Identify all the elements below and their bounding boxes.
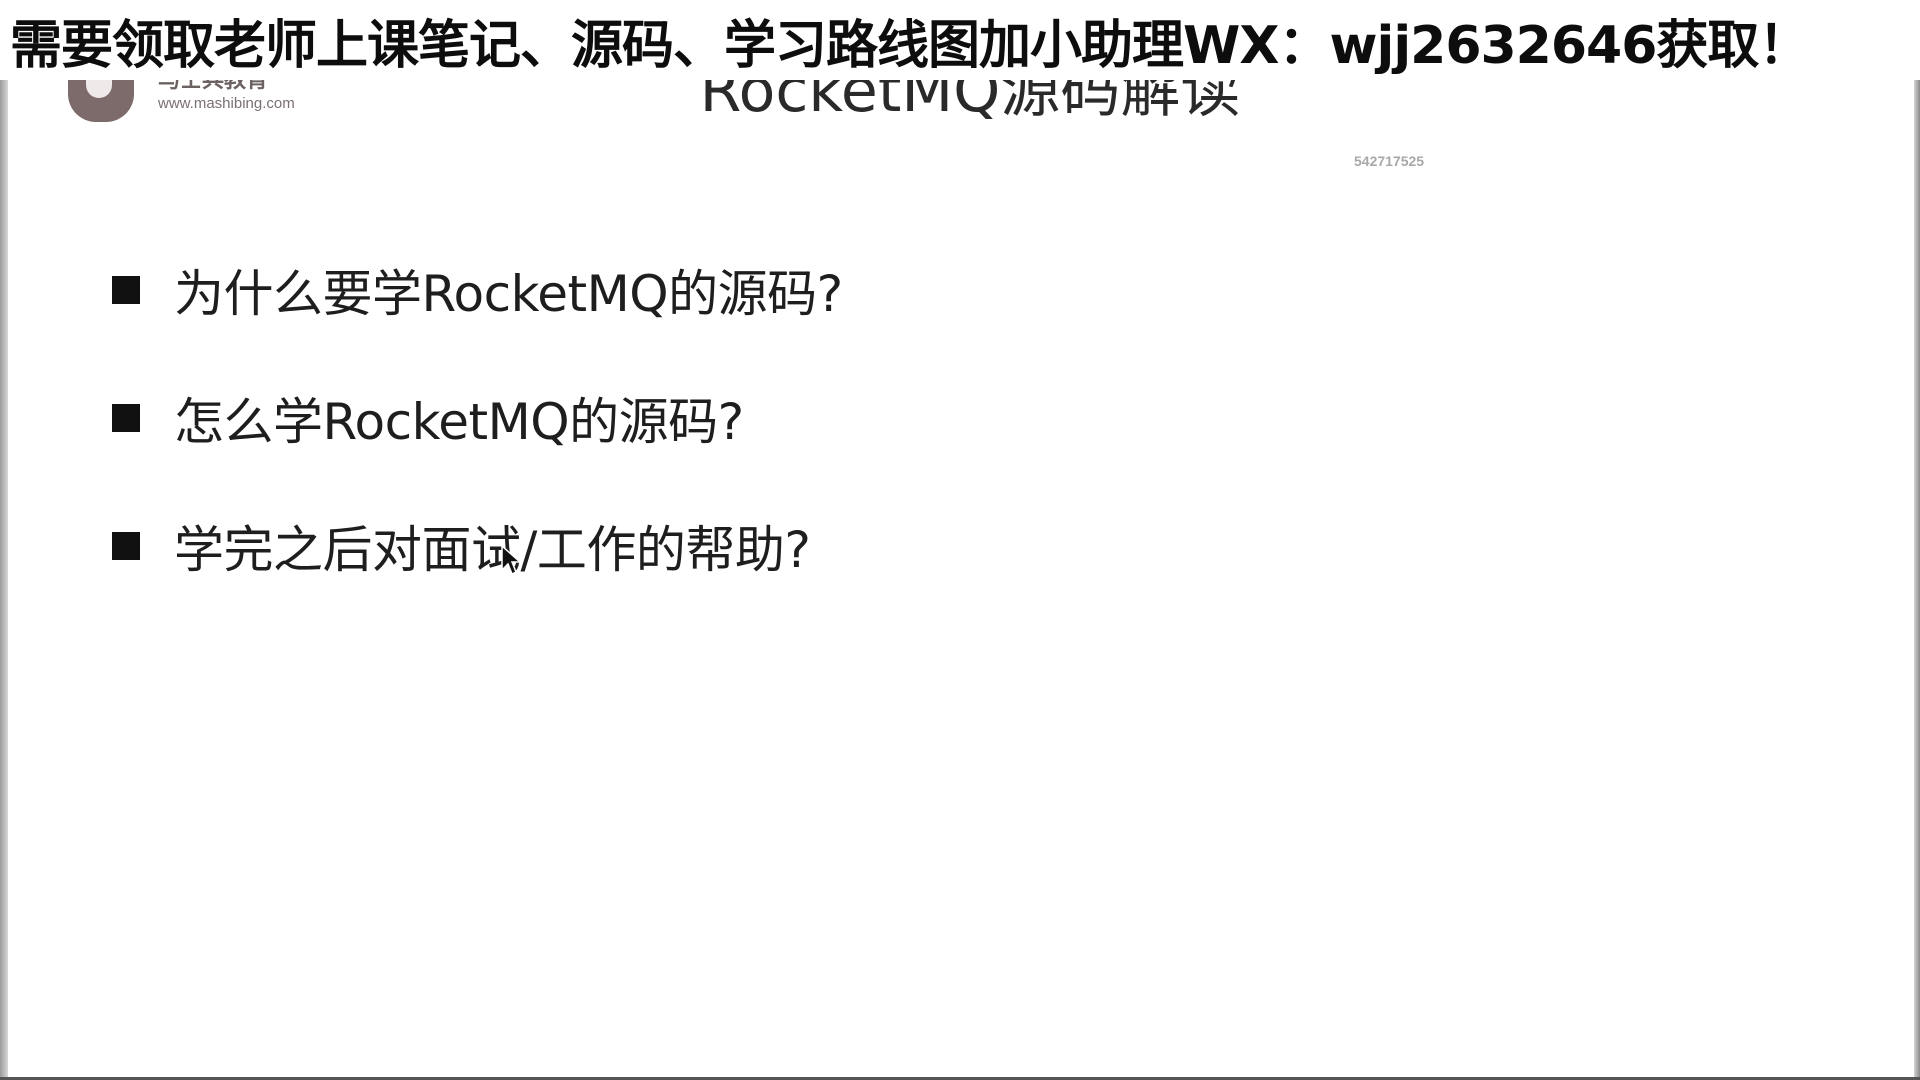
square-bullet-icon [112,404,140,432]
bullet-text: 怎么学RocketMQ的源码? [174,393,744,451]
window-left-edge [0,78,8,1080]
bullet-item: 怎么学RocketMQ的源码? [112,378,843,458]
mouse-pointer-icon [501,544,522,576]
watermark-id: 542717525 [1354,153,1425,169]
promo-banner: 需要领取老师上课笔记、源码、学习路线图加小助理WX：wjj2632646获取！ [0,0,1920,80]
bullet-list: 为什么要学RocketMQ的源码? 怎么学RocketMQ的源码? 学完之后对面… [112,250,843,634]
logo-url: www.mashibing.com [158,94,295,112]
bullet-item: 为什么要学RocketMQ的源码? [112,250,843,330]
screen: RocketMQ源码解读 马士兵教育 www.mashibing.com 需要领… [0,0,1920,1080]
promo-banner-text: 需要领取老师上课笔记、源码、学习路线图加小助理WX：wjj2632646获取！ [10,15,1810,76]
square-bullet-icon [112,532,140,560]
square-bullet-icon [112,276,140,304]
bullet-text: 学完之后对面试/工作的帮助? [174,521,811,579]
bullet-item: 学完之后对面试/工作的帮助? [112,506,843,586]
window-right-edge [1914,78,1920,1080]
logo-text: 马士兵教育 www.mashibing.com [158,77,295,112]
bullet-text: 为什么要学RocketMQ的源码? [174,265,843,323]
